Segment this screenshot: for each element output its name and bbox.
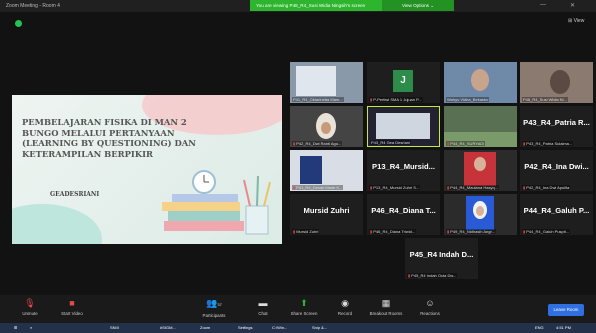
breakout-rooms-icon: ▦ xyxy=(381,298,391,308)
slide-title: PEMBELAJARAN FISIKA DI MAN 2 BUNGO MELAL… xyxy=(22,117,196,159)
participant-tile[interactable]: P43_R4_Patria R... ▮P43_R4_Patria Sulaim… xyxy=(520,106,593,147)
mic-muted-icon: ▮ xyxy=(447,229,450,234)
avatar: J xyxy=(393,70,413,92)
books-illustration xyxy=(162,170,271,235)
participant-tile[interactable]: Mursid Zuhri ▮Mursid Zuhri xyxy=(290,194,363,235)
share-screen-icon: ⬆ xyxy=(300,298,308,308)
start-icon[interactable]: ⊞ xyxy=(14,325,17,330)
participants-icon: 👥37 xyxy=(206,298,222,308)
mic-muted-icon: ▮ xyxy=(293,141,296,146)
participant-name: ▮P42_R4_Dwi Ranti Agu... xyxy=(292,141,343,146)
record-icon: ◉ xyxy=(341,298,349,308)
mic-muted-icon: ▮ xyxy=(293,185,296,190)
mic-muted-icon: ▮ xyxy=(408,273,411,278)
participant-name: ▮P43_R4_Patria Sulaima... xyxy=(522,141,574,146)
participant-name: ▮P44_R4_SURYADI xyxy=(446,141,486,146)
participant-name: ▮P41_R4_Desak Made K... xyxy=(292,185,344,190)
participant-name: ▮P46_R4_Diana Triwid... xyxy=(369,229,417,234)
mic-muted-icon: ▮ xyxy=(370,229,373,234)
mic-muted-icon: ▮ xyxy=(370,97,373,102)
participant-tile[interactable]: P46_R4_Diana T... ▮P46_R4_Diana Triwid..… xyxy=(367,194,440,235)
participant-name: ▮P13_R4_Mursid Zuhri S... xyxy=(369,185,421,190)
participant-name: P41_R4_Oktarinetta Mam... xyxy=(292,97,344,102)
participant-name: ▮P45_R4 Indah Octa Dw... xyxy=(407,273,458,278)
meeting-toolbar: 🎙 Unmute ■ Start Video 👥37 Participants ▬ Ch… xyxy=(0,295,596,323)
participant-display-name: P46_R4_Diana T... xyxy=(371,206,436,215)
participant-tile[interactable]: P44_R4_Galuh P... ▮P44_R4_Galuh Puspit..… xyxy=(520,194,593,235)
chat-icon: ▬ xyxy=(258,298,268,308)
chat-button[interactable]: ▬ Chat xyxy=(243,298,283,316)
taskbar-item[interactable]: #SIGM... xyxy=(160,325,176,330)
participant-tile[interactable]: ▮P44_R4_SURYADI xyxy=(444,106,517,147)
participant-tile[interactable]: ▮P41_R4_Desak Made K... xyxy=(290,150,363,191)
reactions-button[interactable]: ☺ Reactions xyxy=(410,298,450,316)
participant-name: ▮P42_R4_Ina Dwi Apulita xyxy=(522,185,571,190)
clock: 4:51 PM xyxy=(556,325,571,330)
participant-name: ▮Mursid Zuhri xyxy=(292,229,320,234)
participant-display-name: P45_R4 Indah D... xyxy=(409,250,474,259)
slide-author: GEADESRIANI xyxy=(50,191,100,198)
breakout-rooms-button[interactable]: ▦ Breakout Rooms xyxy=(366,298,406,316)
participant-name: Wahyu Vidha_Bekasbo xyxy=(446,97,490,102)
minimize-icon[interactable]: — xyxy=(540,2,546,8)
taskbar-item[interactable]: C:\Win... xyxy=(272,325,287,330)
participant-display-name: P13_R4_Mursid... xyxy=(372,162,435,171)
participant-tile[interactable]: P48_R4_Susi Widia Ni... xyxy=(520,62,593,103)
mic-muted-icon: ▮ xyxy=(370,185,373,190)
participant-name: ▮P49_R4_Nidhasih Angr... xyxy=(446,229,496,234)
participant-tile[interactable]: ▮P49_R4_Nidhasih Angr... xyxy=(444,194,517,235)
view-button[interactable]: ⊞ View xyxy=(568,18,584,24)
participant-tile[interactable]: P13_R4_Mursid... ▮P13_R4_Mursid Zuhri S.… xyxy=(367,150,440,191)
mic-muted-icon: ▮ xyxy=(523,229,526,234)
participant-name: ▮P44_R4_Maulana Hasyq... xyxy=(446,185,500,190)
participant-tile[interactable]: Wahyu Vidha_Bekasbo xyxy=(444,62,517,103)
participants-button[interactable]: 👥37 Participants xyxy=(194,298,234,318)
taskbar-item[interactable]: Settings xyxy=(238,325,252,330)
windows-taskbar: ⊞ ⌕ SNIII #SIGM... Zoom Settings C:\Win.… xyxy=(0,323,596,333)
language-indicator[interactable]: ENG xyxy=(535,325,544,330)
slide-decoration xyxy=(12,204,102,244)
mic-muted-icon: ▮ xyxy=(523,185,526,190)
participant-name: P48_R4_Susi Widia Ni... xyxy=(522,97,568,102)
taskbar-item[interactable]: SNIII xyxy=(110,325,119,330)
mic-muted-icon: ▮ xyxy=(447,185,450,190)
participant-name: P43_R4 Gea Desriani xyxy=(370,140,411,145)
video-off-icon: ■ xyxy=(69,298,75,308)
shared-screen: PEMBELAJARAN FISIKA DI MAN 2 BUNGO MELAL… xyxy=(12,95,282,244)
screen-share-banner: You are viewing P48_R4_Susi Widia Ningsi… xyxy=(250,0,382,11)
mic-muted-icon: 🎙 xyxy=(24,298,36,308)
participant-display-name: P42_R4_Ina Dwi... xyxy=(524,162,589,171)
participant-name: ▮P44_R4_Galuh Puspit... xyxy=(522,229,571,234)
window-title: Zoom Meeting - Room 4 xyxy=(6,3,60,9)
shield-icon[interactable] xyxy=(15,20,22,27)
start-video-button[interactable]: ■ Start Video xyxy=(52,298,92,316)
participant-tile[interactable]: P45_R4 Indah D... ▮P45_R4 Indah Octa Dw.… xyxy=(405,238,478,279)
participant-display-name: P44_R4_Galuh P... xyxy=(523,206,590,215)
participant-tile-active-speaker[interactable]: P43_R4 Gea Desriani xyxy=(367,106,440,147)
search-icon[interactable]: ⌕ xyxy=(30,325,32,330)
participant-display-name: P43_R4_Patria R... xyxy=(523,118,590,127)
participant-name: ▮P-Pertiwi SMA 1 Jujuan P... xyxy=(369,97,423,102)
participant-display-name: Mursid Zuhri xyxy=(303,206,350,215)
mic-muted-icon: ▮ xyxy=(293,229,296,234)
close-icon[interactable]: ✕ xyxy=(570,2,575,9)
taskbar-item[interactable]: Zoom xyxy=(200,325,210,330)
taskbar-item[interactable]: Snip &... xyxy=(312,325,327,330)
record-button[interactable]: ◉ Record xyxy=(325,298,365,316)
participant-tile[interactable]: P42_R4_Ina Dwi... ▮P42_R4_Ina Dwi Apulit… xyxy=(520,150,593,191)
participant-tile[interactable]: P41_R4_Oktarinetta Mam... xyxy=(290,62,363,103)
participant-tile[interactable]: ▮P42_R4_Dwi Ranti Agu... xyxy=(290,106,363,147)
leave-room-button[interactable]: Leave Room xyxy=(548,304,584,316)
unmute-button[interactable]: 🎙 Unmute xyxy=(10,298,50,316)
participant-tile[interactable]: J ▮P-Pertiwi SMA 1 Jujuan P... xyxy=(367,62,440,103)
view-options-button[interactable]: View Options ⌄ xyxy=(382,0,454,11)
mic-muted-icon: ▮ xyxy=(447,141,450,146)
share-screen-button[interactable]: ⬆ Share Screen xyxy=(284,298,324,316)
mic-muted-icon: ▮ xyxy=(523,141,526,146)
participant-tile[interactable]: ▮P44_R4_Maulana Hasyq... xyxy=(444,150,517,191)
reactions-icon: ☺ xyxy=(425,298,435,308)
